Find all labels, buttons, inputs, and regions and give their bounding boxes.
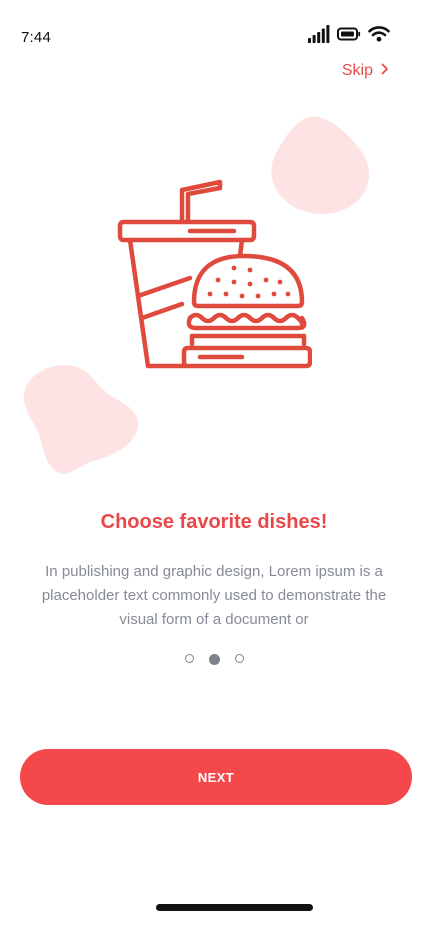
wifi-icon [368,25,390,47]
skip-label: Skip [341,62,373,79]
next-button[interactable]: NEXT [20,749,412,805]
page-dot-3[interactable] [234,654,244,663]
onboarding-description: In publishing and graphic design, Lorem … [41,563,387,628]
chevron-right-icon [381,62,389,80]
decorative-blob-bottom [23,364,139,474]
signal-icon [308,24,330,48]
status-bar: 7:44 [0,0,428,60]
home-indicator [156,904,313,911]
skip-button[interactable]: Skip [342,62,389,80]
status-time: 7:44 [21,29,51,46]
status-icons [308,24,390,48]
page-indicator [0,653,428,665]
drink-and-burger-icon [116,178,313,374]
onboarding-title: Choose favorite dishes! [100,511,328,533]
page-dot-1[interactable] [184,654,194,663]
page-dot-2[interactable] [208,653,220,665]
battery-icon [337,27,361,46]
